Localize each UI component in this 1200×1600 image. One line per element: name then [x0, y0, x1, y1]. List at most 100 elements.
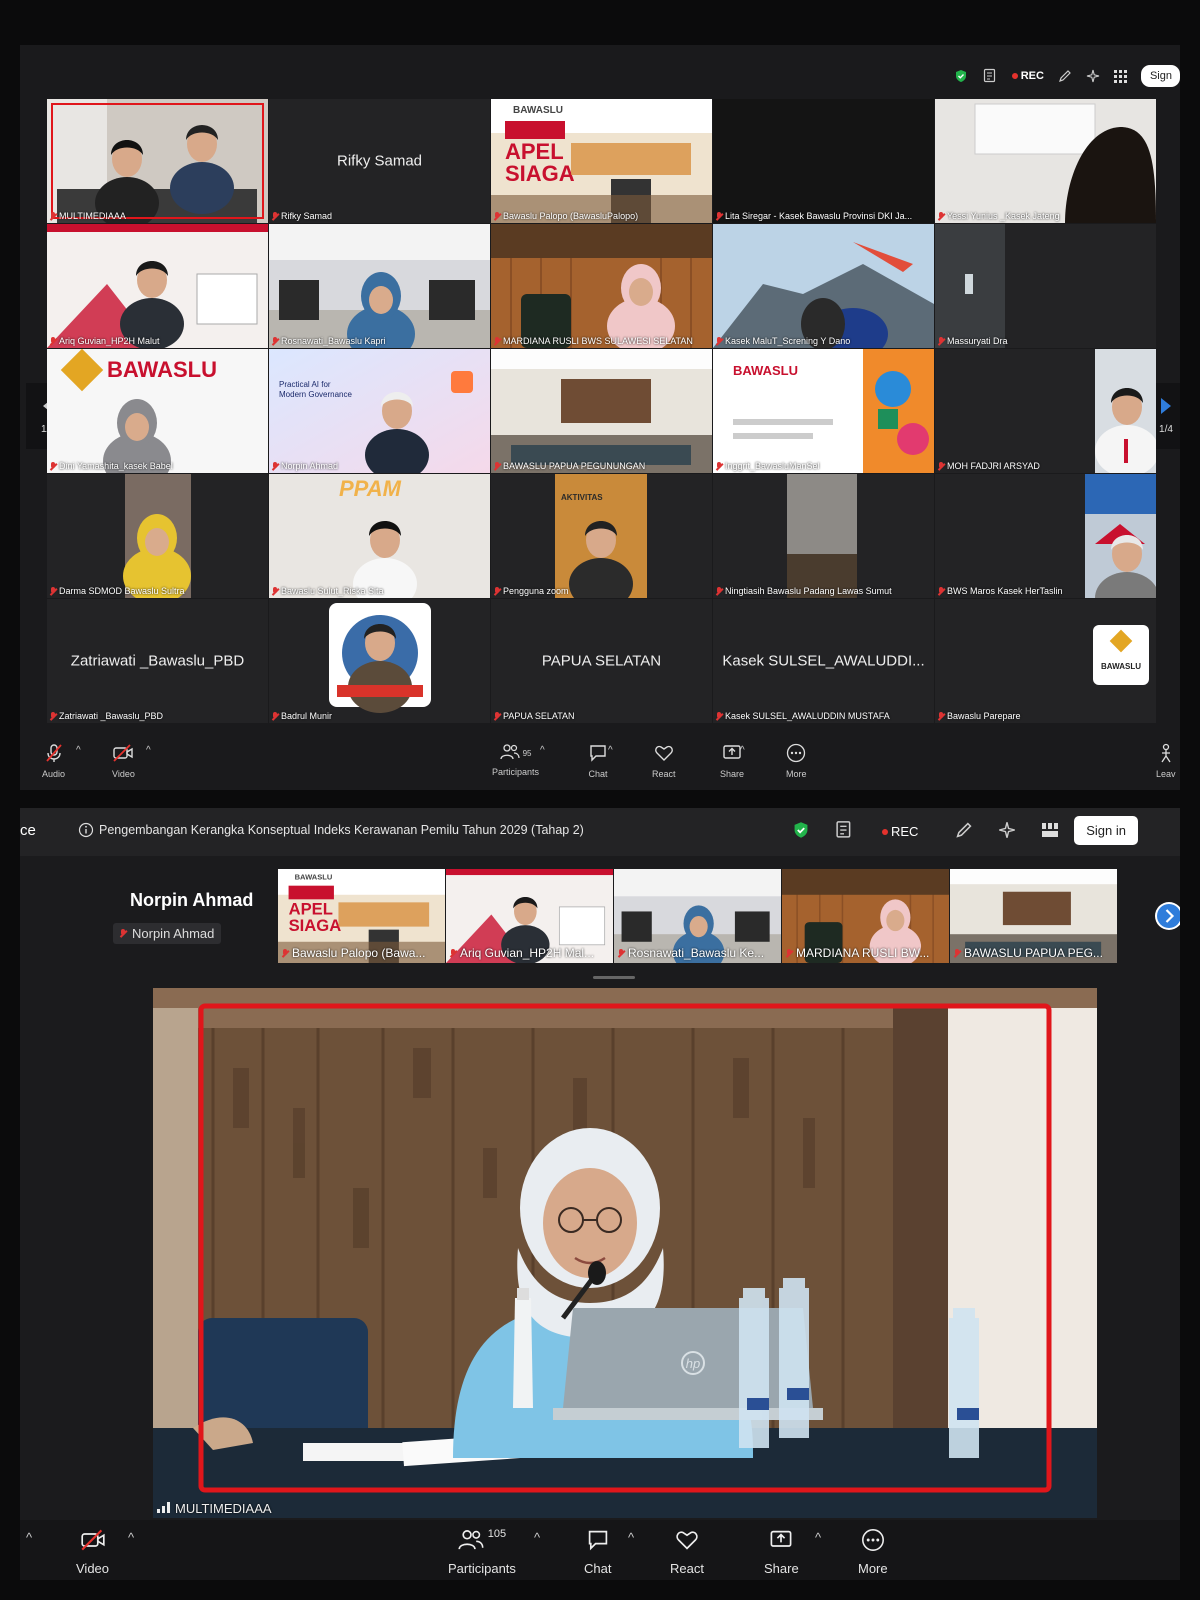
participant-tile[interactable]: Kasek MaluT_Screning Y Dano [713, 224, 934, 348]
speaker-view-window: ce Pengembangan Kerangka Konseptual Inde… [20, 808, 1180, 1580]
participant-video [935, 224, 1156, 348]
video-button[interactable]: Video [76, 1528, 109, 1576]
video-button[interactable]: Video [112, 743, 135, 779]
strip-participant-tile[interactable]: Ariq Guvian_HP2H Mal... [446, 869, 613, 963]
share-button[interactable]: Share [764, 1528, 799, 1576]
apps-grid-icon[interactable] [1042, 823, 1058, 842]
resize-handle[interactable] [593, 976, 635, 979]
participant-tile[interactable]: Yessi Yunius _Kasek Jateng [935, 99, 1156, 223]
react-button[interactable]: React [652, 743, 676, 779]
recording-indicator[interactable]: REC [882, 824, 918, 839]
shield-check-icon[interactable] [954, 69, 968, 83]
chat-options-caret[interactable]: ^ [628, 1530, 634, 1545]
video-options-caret[interactable]: ^ [146, 745, 151, 756]
mic-muted-icon [938, 711, 944, 721]
participant-name-label: BAWASLU PAPUA PEGUNUNGAN [494, 461, 645, 471]
participant-name: Ariq Guvian_HP2H Malut [59, 336, 160, 346]
participants-button[interactable]: 95 Participants [492, 743, 539, 777]
share-screen-icon [768, 1528, 794, 1555]
participant-video [713, 474, 934, 598]
participant-name-label: Dini Yamashita_kasek Babel [50, 461, 173, 471]
chat-bubble-icon [585, 1528, 611, 1555]
participant-tile[interactable]: MOH FADJRI ARSYAD [935, 349, 1156, 473]
participant-tile[interactable]: PPAM Bawaslu Sulut_Riska Sita [269, 474, 490, 598]
strip-participant-tile[interactable]: Rosnawati_Bawaslu Ke... [614, 869, 781, 963]
participant-tile[interactable]: Massuryati Dra [935, 224, 1156, 348]
audio-options-caret[interactable]: ^ [76, 745, 81, 756]
participant-tile[interactable]: BAWASLU APEL SIAGA Bawaslu Palopo (BawasluP… [491, 99, 712, 223]
participant-name-label: Kasek MaluT_Screning Y Dano [716, 336, 850, 346]
strip-participant-tile[interactable]: BAWASLU APEL SIAGA Bawaslu Palopo (Bawa... [278, 869, 445, 963]
strip-next-button[interactable] [1154, 901, 1180, 936]
participant-display-name: PAPUA SELATAN [541, 652, 662, 670]
pencil-icon[interactable] [1058, 69, 1072, 83]
participant-tile[interactable]: Badrul Munir [269, 599, 490, 723]
shield-check-icon[interactable] [792, 821, 810, 844]
participant-tile[interactable]: BAWASLU PAPUA PEGUNUNGAN [491, 349, 712, 473]
svg-text:PPAM: PPAM [339, 476, 402, 501]
participant-tile[interactable]: Ariq Guvian_HP2H Malut [47, 224, 268, 348]
video-options-caret[interactable]: ^ [128, 1530, 134, 1545]
participant-tile[interactable]: BWS Maros Kasek HerTaslin [935, 474, 1156, 598]
chat-button[interactable]: Chat [584, 1528, 611, 1576]
participant-tile[interactable]: MARDIANA RUSLI BWS SULAWESI SELATAN [491, 224, 712, 348]
sign-in-button[interactable]: Sign in [1074, 816, 1138, 845]
notes-icon[interactable] [982, 68, 998, 84]
participant-name: Rosnawati_Bawaslu Kapri [281, 336, 386, 346]
participant-tile[interactable]: Lita Siregar - Kasek Bawaslu Provinsi DK… [713, 99, 934, 223]
more-label: More [786, 769, 807, 779]
participant-tile[interactable]: Practical AI for Modern Governance Norpin … [269, 349, 490, 473]
mic-muted-icon [494, 586, 500, 596]
participants-count: 105 [487, 1528, 507, 1540]
audio-button[interactable]: Audio [42, 743, 65, 779]
participant-tile[interactable]: Rifky Samad Rifky Samad [269, 99, 490, 223]
participant-tile[interactable]: Kasek SULSEL_AWALUDDI... Kasek SULSEL_AWA… [713, 599, 934, 723]
apps-grid-icon[interactable] [1113, 69, 1127, 83]
participant-name: Pengguna zoom [503, 586, 569, 596]
audio-options-caret[interactable]: ^ [26, 1530, 32, 1545]
participant-video: AKTIVITAS [491, 474, 712, 598]
participant-tile[interactable]: Rosnawati_Bawaslu Kapri [269, 224, 490, 348]
participant-tile[interactable]: BAWASLU Inggrit_BawasluManSel [713, 349, 934, 473]
participant-tile[interactable]: BAWASLU Bawaslu Parepare [935, 599, 1156, 723]
sign-in-button[interactable]: Sign [1140, 65, 1180, 87]
more-button[interactable]: More [786, 743, 807, 779]
chat-options-caret[interactable]: ^ [608, 745, 613, 756]
share-options-caret[interactable]: ^ [740, 745, 745, 756]
participant-tile[interactable]: Darma SDMOD Bawaslu Sultra [47, 474, 268, 598]
share-options-caret[interactable]: ^ [815, 1530, 821, 1545]
participant-tile[interactable]: Zatriawati _Bawaslu_PBD Zatriawati _Bawas… [47, 599, 268, 723]
participant-tile[interactable]: MULTIMEDIAAA [47, 99, 268, 223]
strip-participant-tile[interactable]: MARDIANA RUSLI BW... [782, 869, 949, 963]
participants-button[interactable]: 105 Participants [448, 1528, 516, 1576]
recording-indicator[interactable]: REC [1012, 70, 1044, 82]
participants-options-caret[interactable]: ^ [540, 745, 545, 756]
more-button[interactable]: More [858, 1528, 888, 1576]
participant-name-label: Bawaslu Palopo (BawasluPalopo) [494, 211, 638, 221]
notes-icon[interactable] [834, 820, 854, 845]
sparkle-icon[interactable] [998, 821, 1016, 844]
svg-text:BAWASLU: BAWASLU [1101, 662, 1141, 671]
participants-options-caret[interactable]: ^ [534, 1530, 540, 1545]
chat-button[interactable]: Chat [588, 743, 608, 779]
react-button[interactable]: React [670, 1528, 704, 1576]
participant-name: Massuryati Dra [947, 336, 1008, 346]
strip-participant-tile[interactable]: BAWASLU PAPUA PEG... [950, 869, 1117, 963]
participant-tile[interactable]: BAWASLU Dini Yamashita_kasek Babel [47, 349, 268, 473]
info-icon[interactable] [78, 822, 94, 843]
participant-name-label: Norpin Ahmad [272, 461, 338, 471]
participant-tile[interactable]: PAPUA SELATAN PAPUA SELATAN [491, 599, 712, 723]
mic-muted-icon [272, 211, 278, 221]
participant-tile[interactable]: Ningtiasih Bawaslu Padang Lawas Sumut [713, 474, 934, 598]
participant-name-label: MULTIMEDIAAA [50, 211, 126, 221]
pencil-icon[interactable] [955, 821, 973, 844]
participant-name: Dini Yamashita_kasek Babel [59, 461, 173, 471]
participant-name-label: PAPUA SELATAN [494, 711, 575, 721]
participant-tile[interactable]: AKTIVITAS Pengguna zoom [491, 474, 712, 598]
leave-button[interactable]: Leav [1156, 743, 1176, 779]
mic-muted-icon [120, 929, 126, 938]
participant-video [47, 474, 268, 598]
sparkle-icon[interactable] [1086, 69, 1100, 83]
mic-muted-icon [716, 461, 722, 471]
main-video[interactable]: hp MULTIMEDIAAA [153, 988, 1097, 1518]
